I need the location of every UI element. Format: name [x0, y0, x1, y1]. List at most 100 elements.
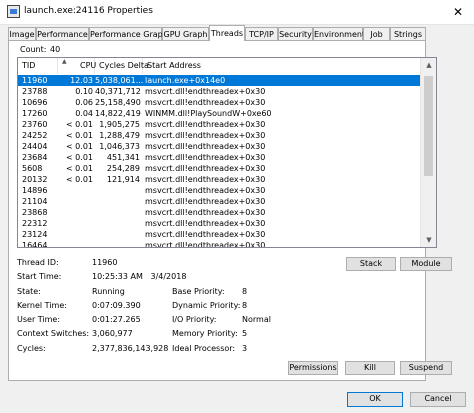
cell-start-address: msvcrt.dll!endthreadex+0x30: [145, 219, 266, 228]
cell-start-address: launch.exe+0x14e0: [145, 76, 226, 85]
table-row[interactable]: 5608 < 0.01 254,289 msvcrt.dll!endthreadex+…: [18, 163, 422, 174]
cell-cycles-delta: 40,371,712: [95, 87, 141, 96]
cell-start-address: msvcrt.dll!endthreadex+0x30: [145, 142, 266, 151]
table-row[interactable]: 23788 0.10 40,371,712 msvcrt.dll!endthreade…: [18, 86, 422, 97]
cell-cpu: < 0.01: [65, 120, 93, 129]
start-time-value: 10:25:33 AM 3/4/2018: [92, 272, 187, 281]
cell-tid: 5608: [22, 164, 43, 173]
cell-cycles-delta: 451,341: [106, 153, 140, 162]
cycles-label: Cycles:: [17, 344, 46, 353]
cell-tid: 23684: [22, 153, 48, 162]
tab-tcp-ip[interactable]: TCP/IP: [245, 27, 278, 40]
scroll-down-icon[interactable]: ▼: [421, 236, 436, 244]
close-icon[interactable]: ✕: [446, 2, 470, 22]
table-row[interactable]: 21104 msvcrt.dll!endthreadex+0x30: [18, 196, 422, 207]
cell-tid: 23760: [22, 120, 48, 129]
tab-gpu-graph[interactable]: GPU Graph: [162, 27, 209, 40]
cell-tid: 20132: [22, 175, 48, 184]
cell-tid: 23124: [22, 230, 48, 239]
table-row[interactable]: 23684 < 0.01 451,341 msvcrt.dll!endthreadex…: [18, 152, 422, 163]
table-row[interactable]: 23868 msvcrt.dll!endthreadex+0x30: [18, 207, 422, 218]
cell-cpu: < 0.01: [65, 175, 93, 184]
tab-environment[interactable]: Environment: [313, 27, 365, 40]
table-row[interactable]: 23124 msvcrt.dll!endthreadex+0x30: [18, 229, 422, 240]
thread-id-label: Thread ID:: [17, 258, 59, 267]
table-row[interactable]: 20132 < 0.01 121,914 msvcrt.dll!endthreadex…: [18, 174, 422, 185]
cell-tid: 17260: [22, 109, 48, 118]
column-header-cpu[interactable]: ▲ CPU: [58, 58, 96, 74]
user-time-value: 0:01:27.265: [92, 315, 141, 324]
cell-cpu: 0.04: [75, 109, 93, 118]
cell-cycles-delta: 254,289: [106, 164, 140, 173]
ok-button[interactable]: OK: [347, 392, 403, 407]
ideal-processor-label: Ideal Processor:: [172, 344, 236, 353]
start-time-label: Start Time:: [17, 272, 62, 281]
base-priority-value: 8: [242, 287, 248, 296]
column-header-cycles-delta[interactable]: Cycles Delta: [95, 58, 149, 74]
kill-button[interactable]: Kill: [345, 361, 395, 375]
scroll-thumb[interactable]: [424, 76, 433, 176]
tab-strings[interactable]: Strings: [390, 27, 426, 40]
cell-tid: 21104: [22, 197, 48, 206]
kernel-time-value: 0:07:09.390: [92, 301, 141, 310]
cell-cpu: < 0.01: [65, 164, 93, 173]
cell-cycles-delta: 1,046,373: [99, 142, 140, 151]
cell-cycles-delta: 5,038,061...: [95, 76, 144, 85]
cell-cpu: 0.10: [75, 87, 93, 96]
scroll-up-icon[interactable]: ▲: [421, 61, 436, 69]
table-row[interactable]: 10696 0.06 25,158,490 msvcrt.dll!endthreade…: [18, 97, 422, 108]
column-header-tid[interactable]: TID: [18, 58, 58, 74]
table-row[interactable]: 22312 msvcrt.dll!endthreadex+0x30: [18, 218, 422, 229]
count-label: Count:: [20, 45, 47, 54]
sort-arrow-icon: ▲: [62, 58, 67, 65]
tab-image[interactable]: Image: [8, 27, 36, 40]
cell-tid: 11960: [22, 76, 48, 85]
tab-threads[interactable]: Threads: [209, 25, 245, 41]
cell-tid: 24252: [22, 131, 48, 140]
vertical-scrollbar[interactable]: ▲ ▼: [420, 58, 436, 247]
cell-cpu: < 0.01: [65, 131, 93, 140]
table-row[interactable]: 24404 < 0.01 1,046,373 msvcrt.dll!endthread…: [18, 141, 422, 152]
cell-cycles-delta: 121,914: [106, 175, 140, 184]
context-switches-label: Context Switches:: [17, 329, 90, 338]
io-priority-label: I/O Priority:: [172, 315, 217, 324]
cell-cycles-delta: 1,905,275: [99, 120, 140, 129]
stack-button[interactable]: Stack: [346, 257, 396, 271]
thread-list[interactable]: TID ▲ CPU Cycles Delta Start Address 119…: [17, 57, 437, 248]
cell-start-address: msvcrt.dll!endthreadex+0x30: [145, 87, 266, 96]
cell-start-address: msvcrt.dll!endthreadex+0x30: [145, 197, 266, 206]
window-title: launch.exe:24116 Properties: [24, 6, 153, 16]
cell-tid: 22312: [22, 219, 48, 228]
cell-cpu: 12.03: [70, 76, 93, 85]
cancel-button[interactable]: Cancel: [410, 392, 466, 407]
app-icon: [7, 5, 20, 18]
table-row[interactable]: 23760 < 0.01 1,905,275 msvcrt.dll!endthread…: [18, 119, 422, 130]
cell-tid: 14896: [22, 186, 48, 195]
cell-start-address: msvcrt.dll!endthreadex+0x30: [145, 131, 266, 140]
base-priority-label: Base Priority:: [172, 287, 225, 296]
module-button[interactable]: Module: [400, 257, 452, 271]
cell-cycles-delta: 25,158,490: [95, 98, 141, 107]
user-time-label: User Time:: [17, 315, 61, 324]
permissions-button[interactable]: Permissions: [288, 361, 338, 375]
column-header-start-address[interactable]: Start Address: [143, 58, 420, 74]
cell-start-address: msvcrt.dll!endthreadex+0x30: [145, 241, 266, 248]
table-row[interactable]: 17260 0.04 14,822,419 WINMM.dll!PlaySoundW+…: [18, 108, 422, 119]
table-row[interactable]: 24252 < 0.01 1,288,479 msvcrt.dll!endthread…: [18, 130, 422, 141]
table-row[interactable]: 11960 12.03 5,038,061... launch.exe+0x14e0: [18, 75, 422, 86]
table-row[interactable]: 16464 msvcrt.dll!endthreadex+0x30: [18, 240, 422, 248]
table-row[interactable]: 14896 msvcrt.dll!endthreadex+0x30: [18, 185, 422, 196]
memory-priority-label: Memory Priority:: [172, 329, 238, 338]
tab-security[interactable]: Security: [278, 27, 313, 40]
cell-start-address: msvcrt.dll!endthreadex+0x30: [145, 98, 266, 107]
cell-cpu: < 0.01: [65, 142, 93, 151]
state-label: State:: [17, 287, 41, 296]
count-value: 40: [50, 45, 61, 54]
tab-performance-graph[interactable]: Performance Graph: [89, 27, 168, 40]
thread-id-value: 11960: [92, 258, 118, 267]
cell-cpu: < 0.01: [65, 153, 93, 162]
suspend-button[interactable]: Suspend: [400, 361, 452, 375]
io-priority-value: Normal: [242, 315, 271, 324]
tab-job[interactable]: Job: [363, 27, 390, 40]
tab-performance[interactable]: Performance: [36, 27, 89, 40]
